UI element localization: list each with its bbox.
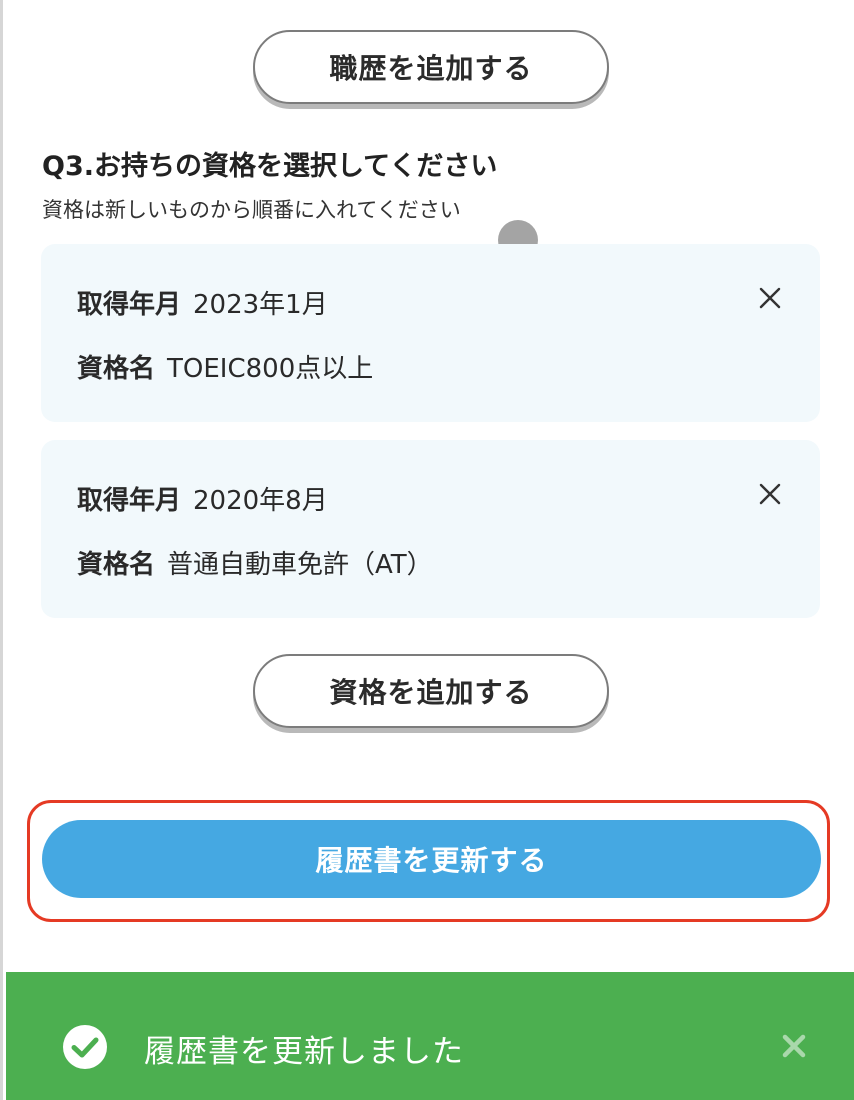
- license-name-row: 資格名 普通自動車免許（AT）: [77, 544, 433, 581]
- license-card: 取得年月 2020年8月 資格名 普通自動車免許（AT）: [41, 440, 820, 618]
- check-circle-icon: [61, 1023, 109, 1071]
- close-icon[interactable]: [756, 284, 784, 312]
- viewport-edge: [0, 0, 3, 1100]
- license-name-value: 普通自動車免許（AT）: [167, 550, 433, 580]
- license-name-label: 資格名: [77, 550, 156, 580]
- close-icon[interactable]: [756, 480, 784, 508]
- add-license-button[interactable]: 資格を追加する: [253, 654, 609, 728]
- license-date-row: 取得年月 2023年1月: [77, 284, 328, 321]
- close-icon[interactable]: [776, 1028, 812, 1064]
- license-name-value: TOEIC800点以上: [167, 354, 374, 384]
- license-date-value: 2020年8月: [193, 486, 328, 516]
- success-toast: 履歴書を更新しました: [6, 972, 854, 1100]
- question-subtitle: 資格は新しいものから順番に入れてください: [42, 198, 461, 222]
- question-title: Q3.お持ちの資格を選択してください: [42, 151, 498, 182]
- license-date-row: 取得年月 2020年8月: [77, 480, 328, 517]
- license-card: 取得年月 2023年1月 資格名 TOEIC800点以上: [41, 244, 820, 422]
- update-resume-button[interactable]: 履歴書を更新する: [42, 820, 821, 898]
- license-date-value: 2023年1月: [193, 290, 328, 320]
- license-date-label: 取得年月: [77, 486, 182, 516]
- license-name-row: 資格名 TOEIC800点以上: [77, 348, 373, 385]
- license-date-label: 取得年月: [77, 290, 182, 320]
- add-career-button[interactable]: 職歴を追加する: [253, 30, 609, 104]
- toast-message: 履歴書を更新しました: [144, 1034, 464, 1070]
- license-name-label: 資格名: [77, 354, 156, 384]
